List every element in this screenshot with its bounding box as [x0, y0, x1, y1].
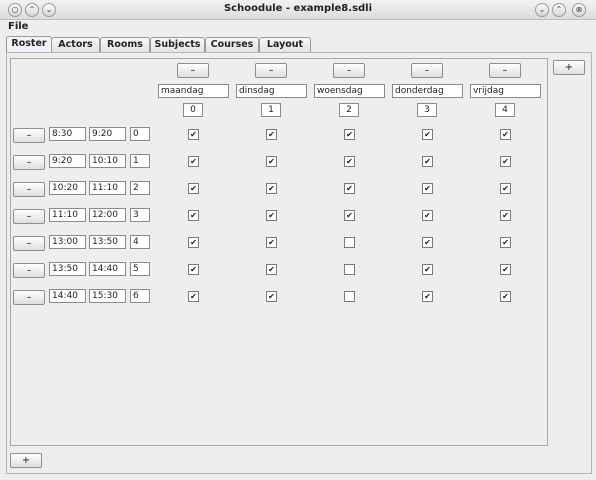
slot-checkbox-checked[interactable]: ✔ — [422, 156, 433, 167]
remove-day-button[interactable]: – — [411, 63, 443, 78]
add-day-button[interactable]: + — [553, 60, 585, 75]
remove-slot-button[interactable]: – — [13, 263, 45, 278]
day-index-field[interactable]: 4 — [495, 103, 515, 117]
slot-checkbox-unchecked[interactable] — [344, 237, 355, 248]
slot-index-field[interactable]: 5 — [130, 262, 150, 276]
tab-layout[interactable]: Layout — [259, 37, 311, 52]
remove-day-button[interactable]: – — [489, 63, 521, 78]
slot-checkbox-checked[interactable]: ✔ — [266, 264, 277, 275]
slot-end-field[interactable]: 14:40 — [89, 262, 126, 276]
slot-checkbox-checked[interactable]: ✔ — [266, 183, 277, 194]
slot-checkbox-checked[interactable]: ✔ — [266, 237, 277, 248]
remove-day-button[interactable]: – — [177, 63, 209, 78]
slot-checkbox-checked[interactable]: ✔ — [422, 264, 433, 275]
slot-index-field[interactable]: 6 — [130, 289, 150, 303]
slot-checkbox-checked[interactable]: ✔ — [500, 237, 511, 248]
slot-checkbox-checked[interactable]: ✔ — [500, 264, 511, 275]
tab-roster[interactable]: Roster — [6, 36, 52, 52]
day-name-field[interactable]: woensdag — [314, 84, 385, 98]
remove-slot-button[interactable]: – — [13, 209, 45, 224]
day-name-field[interactable]: vrijdag — [470, 84, 541, 98]
slot-checkbox-checked[interactable]: ✔ — [188, 237, 199, 248]
window-title: Schoodule - example8.sdli — [223, 3, 373, 14]
slot-end-field[interactable]: 12:00 — [89, 208, 126, 222]
slot-index-field[interactable]: 0 — [130, 127, 150, 141]
tab-rooms[interactable]: Rooms — [100, 37, 150, 52]
day-index-field[interactable]: 3 — [417, 103, 437, 117]
remove-slot-button[interactable]: – — [13, 290, 45, 305]
slot-checkbox-checked[interactable]: ✔ — [188, 264, 199, 275]
remove-slot-button[interactable]: – — [13, 128, 45, 143]
slot-end-field[interactable]: 9:20 — [89, 127, 126, 141]
day-index-field[interactable]: 1 — [261, 103, 281, 117]
slot-checkbox-checked[interactable]: ✔ — [500, 183, 511, 194]
add-slot-button[interactable]: + — [10, 453, 42, 468]
slot-checkbox-checked[interactable]: ✔ — [422, 210, 433, 221]
slot-start-field[interactable]: 9:20 — [49, 154, 86, 168]
slot-start-field[interactable]: 13:50 — [49, 262, 86, 276]
slot-checkbox-checked[interactable]: ✔ — [344, 129, 355, 140]
slot-checkbox-checked[interactable]: ✔ — [422, 237, 433, 248]
slot-start-field[interactable]: 8:30 — [49, 127, 86, 141]
day-name-field[interactable]: donderdag — [392, 84, 463, 98]
slot-checkbox-checked[interactable]: ✔ — [422, 291, 433, 302]
slot-checkbox-checked[interactable]: ✔ — [188, 210, 199, 221]
slot-index-field[interactable]: 2 — [130, 181, 150, 195]
tab-subjects[interactable]: Subjects — [150, 37, 205, 52]
slot-checkbox-checked[interactable]: ✔ — [422, 183, 433, 194]
slot-checkbox-unchecked[interactable] — [344, 291, 355, 302]
remove-slot-button[interactable]: – — [13, 236, 45, 251]
slot-checkbox-checked[interactable]: ✔ — [188, 129, 199, 140]
slot-checkbox-checked[interactable]: ✔ — [188, 183, 199, 194]
slot-start-field[interactable]: 13:00 — [49, 235, 86, 249]
remove-day-button[interactable]: – — [333, 63, 365, 78]
slot-checkbox-checked[interactable]: ✔ — [422, 129, 433, 140]
day-name-field[interactable]: dinsdag — [236, 84, 307, 98]
slot-checkbox-checked[interactable]: ✔ — [266, 156, 277, 167]
window-title-bar: ○ ⌃ ⌄ Schoodule - example8.sdli ⌄ ⌃ ⊗ — [0, 0, 596, 20]
menu-bar: File — [0, 20, 596, 34]
maximize-button[interactable]: ⌃ — [552, 3, 566, 17]
menu-file[interactable]: File — [8, 21, 28, 32]
slot-checkbox-checked[interactable]: ✔ — [500, 129, 511, 140]
slot-checkbox-checked[interactable]: ✔ — [500, 156, 511, 167]
remove-slot-button[interactable]: – — [13, 182, 45, 197]
slot-end-field[interactable]: 10:10 — [89, 154, 126, 168]
slot-start-field[interactable]: 10:20 — [49, 181, 86, 195]
slot-end-field[interactable]: 11:10 — [89, 181, 126, 195]
slot-start-field[interactable]: 14:40 — [49, 289, 86, 303]
slot-checkbox-checked[interactable]: ✔ — [344, 156, 355, 167]
slot-checkbox-checked[interactable]: ✔ — [188, 156, 199, 167]
remove-day-button[interactable]: – — [255, 63, 287, 78]
slot-end-field[interactable]: 15:30 — [89, 289, 126, 303]
day-name-field[interactable]: maandag — [158, 84, 229, 98]
remove-slot-button[interactable]: – — [13, 155, 45, 170]
slot-start-field[interactable]: 11:10 — [49, 208, 86, 222]
slot-checkbox-checked[interactable]: ✔ — [188, 291, 199, 302]
slot-checkbox-checked[interactable]: ✔ — [266, 291, 277, 302]
slot-checkbox-checked[interactable]: ✔ — [344, 183, 355, 194]
tab-actors[interactable]: Actors — [51, 37, 100, 52]
slot-checkbox-checked[interactable]: ✔ — [500, 291, 511, 302]
slot-checkbox-checked[interactable]: ✔ — [344, 210, 355, 221]
slot-checkbox-checked[interactable]: ✔ — [500, 210, 511, 221]
slot-checkbox-checked[interactable]: ✔ — [266, 129, 277, 140]
slot-checkbox-unchecked[interactable] — [344, 264, 355, 275]
slot-index-field[interactable]: 1 — [130, 154, 150, 168]
tab-courses[interactable]: Courses — [205, 37, 259, 52]
slot-end-field[interactable]: 13:50 — [89, 235, 126, 249]
close-button[interactable]: ⊗ — [572, 3, 586, 17]
minimize-button[interactable]: ⌄ — [535, 3, 549, 17]
day-index-field[interactable]: 0 — [183, 103, 203, 117]
slot-index-field[interactable]: 3 — [130, 208, 150, 222]
slot-index-field[interactable]: 4 — [130, 235, 150, 249]
day-index-field[interactable]: 2 — [339, 103, 359, 117]
slot-checkbox-checked[interactable]: ✔ — [266, 210, 277, 221]
